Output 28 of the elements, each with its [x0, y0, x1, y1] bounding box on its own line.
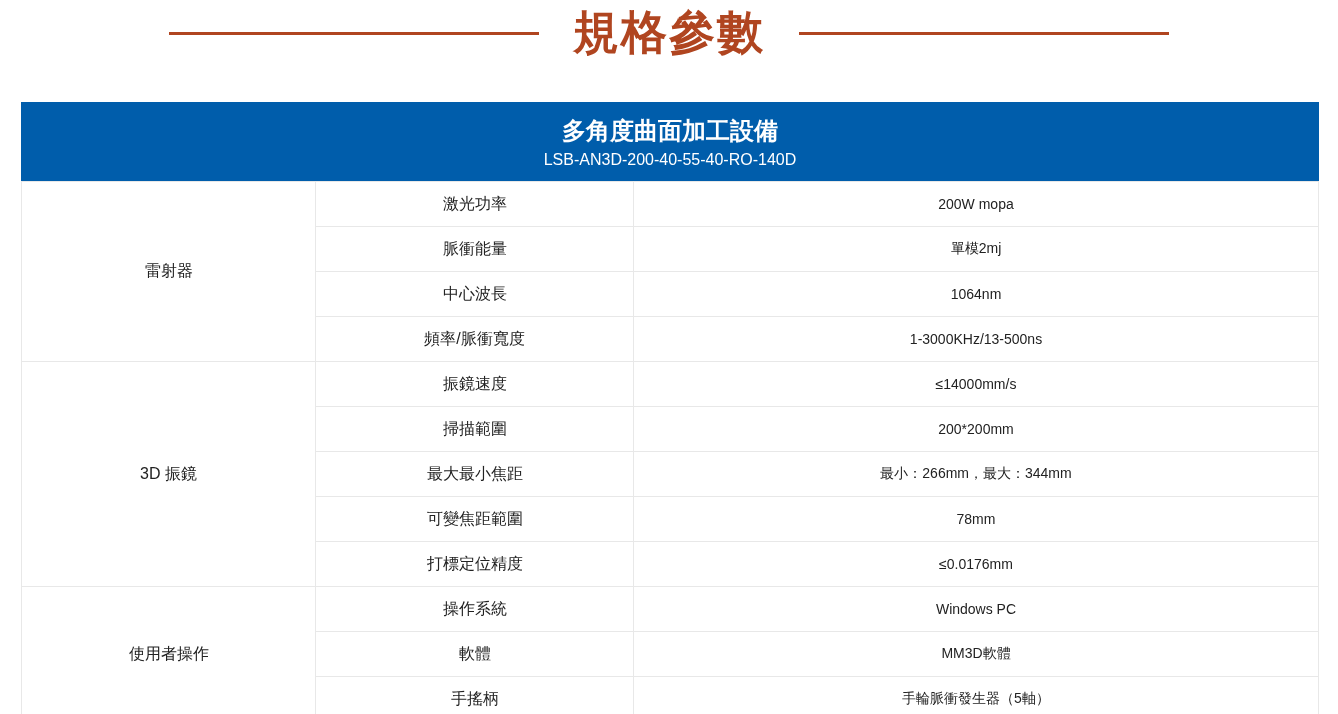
value-cell: MM3D軟體 [633, 631, 1319, 677]
parameter-cell: 振鏡速度 [315, 361, 634, 407]
value-cell: ≤14000mm/s [633, 361, 1319, 407]
value-cell: 78mm [633, 496, 1319, 542]
parameter-cell: 打標定位精度 [315, 541, 634, 587]
parameter-cell: 掃描範圍 [315, 406, 634, 452]
product-title: 多角度曲面加工設備 [561, 115, 779, 146]
group-cell: 雷射器 [21, 181, 316, 362]
parameter-cell: 脈衝能量 [315, 226, 634, 272]
parameter-cell: 頻率/脈衝寬度 [315, 316, 634, 362]
group-cell: 3D 振鏡 [21, 361, 316, 587]
value-cell: 1-3000KHz/13-500ns [633, 316, 1319, 362]
parameter-cell: 中心波長 [315, 271, 634, 317]
value-cell: Windows PC [633, 586, 1319, 632]
value-cell: 200W mopa [633, 181, 1319, 227]
value-cell: 1064nm [633, 271, 1319, 317]
parameter-cell: 可變焦距範圍 [315, 496, 634, 542]
group-cell: 使用者操作 [21, 586, 316, 714]
value-cell: 單模2mj [633, 226, 1319, 272]
value-cell: ≤0.0176mm [633, 541, 1319, 587]
section-heading: 規格參數 [573, 5, 765, 60]
parameter-cell: 最大最小焦距 [315, 451, 634, 497]
value-cell: 200*200mm [633, 406, 1319, 452]
parameter-cell: 激光功率 [315, 181, 634, 227]
value-cell: 最小：266mm，最大：344mm [633, 451, 1319, 497]
model-number: LSB-AN3D-200-40-55-40-RO-140D [542, 150, 798, 169]
parameter-cell: 操作系統 [315, 586, 634, 632]
parameter-cell: 軟體 [315, 631, 634, 677]
